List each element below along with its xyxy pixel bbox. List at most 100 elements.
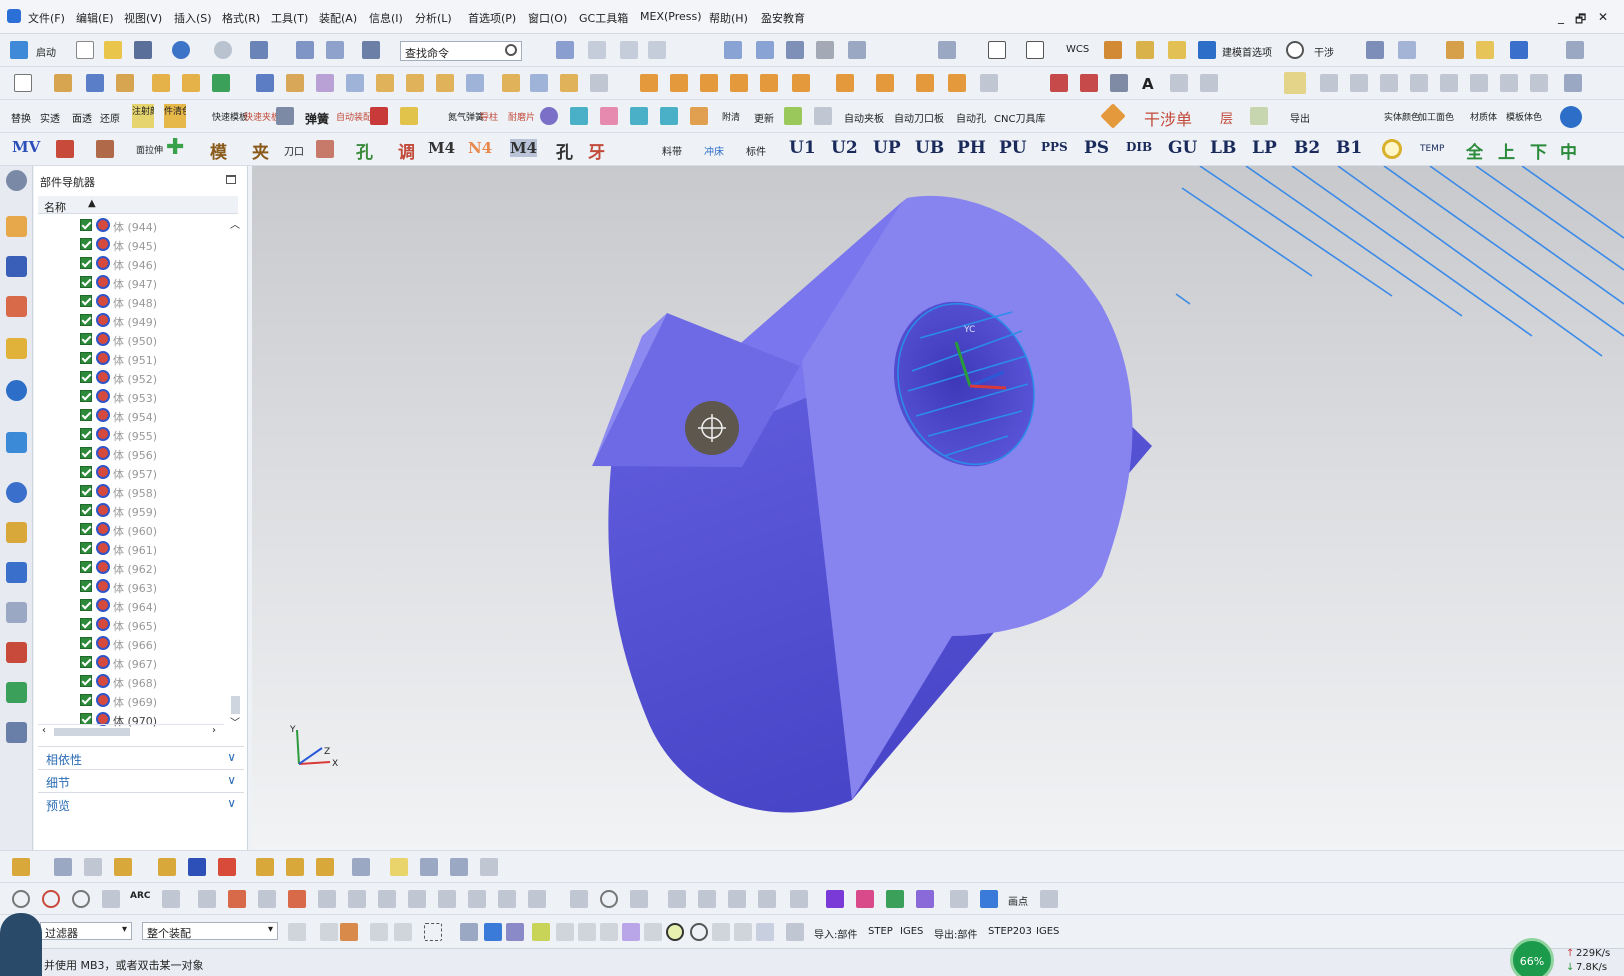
yellow-block-icon[interactable] (400, 107, 418, 125)
visibility-checkbox[interactable] (80, 637, 92, 649)
draft-icon[interactable] (316, 74, 334, 92)
m4-alt-button[interactable]: M4 (510, 139, 538, 157)
sequence-icon[interactable] (480, 858, 498, 876)
subtract-icon[interactable] (670, 74, 688, 92)
tree-row[interactable]: 体 (966) (38, 634, 228, 653)
menu-edit[interactable]: 编辑(E) (76, 10, 114, 26)
menu-assembly[interactable]: 装配(A) (319, 10, 357, 26)
tree-row[interactable]: 体 (951) (38, 349, 228, 368)
tree-row[interactable]: 体 (949) (38, 311, 228, 330)
dependencies-label[interactable]: 相依性 (46, 751, 82, 768)
visibility-checkbox[interactable] (80, 314, 92, 326)
menu-window[interactable]: 窗口(O) (528, 10, 567, 26)
filter-icon[interactable] (288, 923, 306, 941)
array-icon[interactable] (182, 74, 200, 92)
export-step203-button[interactable]: STEP203 (988, 926, 1032, 937)
scroll-left-icon[interactable]: ‹ (42, 725, 46, 736)
tree-row-label[interactable]: 体 (963) (113, 580, 157, 596)
lp-button[interactable]: LP (1252, 138, 1277, 158)
snap-icon[interactable] (296, 41, 314, 59)
manufacturing-wizard-icon[interactable] (6, 602, 27, 623)
visibility-checkbox[interactable] (80, 485, 92, 497)
tree-row-label[interactable]: 体 (951) (113, 352, 157, 368)
color-icon[interactable] (1476, 41, 1494, 59)
add-component-icon[interactable] (12, 858, 30, 876)
system-materials-icon[interactable] (6, 522, 27, 543)
tree-row[interactable]: 体 (944) (38, 216, 228, 235)
select-up-icon[interactable] (320, 923, 338, 941)
solid-select-icon[interactable] (460, 923, 478, 941)
block-icon[interactable] (86, 74, 104, 92)
body-select-icon[interactable] (506, 923, 524, 941)
scroll-down-icon[interactable]: ﹀ (230, 714, 240, 729)
template-color-button[interactable]: 模板体色 (1506, 110, 1542, 123)
pattern-icon[interactable] (152, 74, 170, 92)
boss-icon[interactable] (590, 74, 608, 92)
arc-curve-icon[interactable] (648, 41, 666, 59)
knife-snap-icon[interactable] (528, 890, 546, 908)
line-red-icon[interactable] (228, 890, 246, 908)
x-axis-icon[interactable] (668, 890, 686, 908)
outer-line-icon[interactable] (1040, 890, 1058, 908)
mate-icon[interactable] (188, 858, 206, 876)
visibility-checkbox[interactable] (80, 523, 92, 535)
globe-icon[interactable] (1560, 106, 1582, 128)
menu-mex-press[interactable]: MEX(Press) (640, 10, 702, 23)
visibility-checkbox[interactable] (80, 599, 92, 611)
thread-button[interactable]: 牙 (588, 138, 605, 163)
tree-row-label[interactable]: 体 (949) (113, 314, 157, 330)
face-transparent-button[interactable]: 面透 (72, 110, 92, 125)
settings-icon[interactable] (6, 170, 27, 191)
intersection-point-icon[interactable] (622, 923, 640, 941)
new-component-icon[interactable] (114, 858, 132, 876)
auto-hole-button[interactable]: 自动孔 (956, 110, 986, 125)
sort-icon[interactable] (362, 41, 380, 59)
pattern-face-icon[interactable] (948, 74, 966, 92)
tree-row-label[interactable]: 体 (944) (113, 219, 157, 235)
tree-row[interactable]: 体 (948) (38, 292, 228, 311)
interference-button[interactable]: 干涉 (1144, 106, 1176, 130)
wave-icon[interactable] (420, 858, 438, 876)
quick-template-button[interactable]: 快速模板 (212, 110, 248, 123)
transform-icon[interactable] (326, 41, 344, 59)
tree-row[interactable]: 体 (954) (38, 406, 228, 425)
m4-button[interactable]: M4 (428, 139, 455, 157)
standard-part-button[interactable]: 标件 (746, 143, 766, 158)
open-file-icon[interactable] (104, 41, 122, 59)
search-icon[interactable] (505, 44, 517, 56)
curve-project-icon[interactable] (1200, 74, 1218, 92)
circle-o-icon[interactable] (1382, 139, 1402, 159)
graphics-window[interactable]: YC Y Z X (252, 166, 1624, 850)
teal-icon-1[interactable] (570, 107, 588, 125)
angle-red-icon[interactable] (288, 890, 306, 908)
nitrogen-spring-button[interactable]: 氮气弹簧 (448, 110, 484, 123)
adjust-button[interactable]: 调 (398, 138, 415, 163)
tree-row-label[interactable]: 体 (959) (113, 504, 157, 520)
replace-button[interactable]: 替换 (11, 110, 31, 125)
command-search-input[interactable]: 查找命令 (400, 41, 522, 61)
process-studio-icon[interactable] (6, 562, 27, 583)
ruler-icon[interactable] (1104, 41, 1122, 59)
ruler-angle-icon[interactable] (1136, 41, 1154, 59)
restore-button-tb[interactable]: 还原 (100, 110, 120, 125)
web-browser-icon[interactable] (6, 432, 27, 453)
text-icon[interactable]: A (1142, 75, 1154, 93)
tree-row-label[interactable]: 体 (967) (113, 656, 157, 672)
cnc-tool-library-button[interactable]: CNC刀具库 (994, 110, 1045, 125)
surface-icon-1[interactable] (724, 41, 742, 59)
sketch-line-icon[interactable] (1320, 74, 1338, 92)
resize-face-icon[interactable] (836, 74, 854, 92)
details-label[interactable]: 细节 (46, 774, 70, 791)
unite-icon[interactable] (640, 74, 658, 92)
thicken-icon[interactable] (346, 74, 364, 92)
up-view-button[interactable]: 上 (1498, 138, 1515, 163)
import-part-button[interactable]: 导入:部件 (814, 926, 857, 941)
cad-check-icon[interactable] (352, 858, 370, 876)
quadrant-point-icon[interactable] (690, 923, 708, 941)
tree-row-label[interactable]: 体 (954) (113, 409, 157, 425)
tree-row-label[interactable]: 体 (956) (113, 447, 157, 463)
chevron-down-icon[interactable]: ∨ (227, 773, 236, 787)
arc-center-icon[interactable] (666, 923, 684, 941)
scroll-thumb[interactable] (231, 696, 240, 714)
import-step-button[interactable]: STEP (868, 926, 893, 937)
